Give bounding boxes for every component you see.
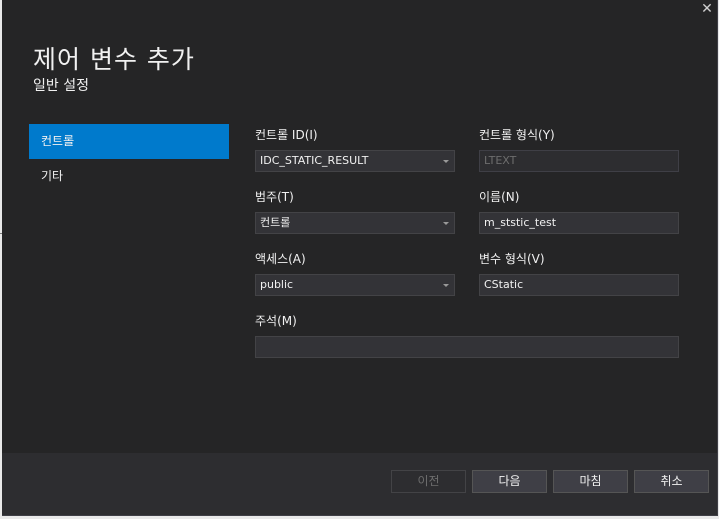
dialog-footer: 이전 다음 마침 취소 — [2, 453, 717, 515]
cancel-button[interactable]: 취소 — [634, 470, 709, 493]
category-label: 범주(T) — [255, 190, 294, 204]
control-id-field: 컨트롤 ID(I) IDC_STATIC_RESULT — [255, 127, 455, 172]
control-type-label: 컨트롤 형식(Y) — [479, 128, 555, 142]
name-input[interactable]: m_ststic_test — [479, 212, 679, 234]
variable-type-value: CStatic — [484, 278, 524, 291]
category-field: 범주(T) 컨트롤 — [255, 189, 455, 234]
control-id-dropdown[interactable]: IDC_STATIC_RESULT — [255, 150, 455, 172]
dialog-subtitle: 일반 설정 — [33, 78, 89, 94]
next-button[interactable]: 다음 — [472, 470, 547, 493]
access-dropdown[interactable]: public — [255, 274, 455, 296]
category-dropdown[interactable]: 컨트롤 — [255, 212, 455, 234]
variable-type-label: 변수 형식(V) — [479, 252, 545, 266]
control-type-field: 컨트롤 형식(Y) LTEXT — [479, 127, 679, 172]
comment-input[interactable] — [255, 336, 679, 358]
back-button[interactable]: 이전 — [391, 470, 466, 493]
control-id-label: 컨트롤 ID(I) — [255, 128, 318, 142]
control-type-input: LTEXT — [479, 150, 679, 172]
control-id-value: IDC_STATIC_RESULT — [260, 154, 369, 167]
add-control-variable-dialog: ✕ 제어 변수 추가 일반 설정 컨트롤 기타 컨트롤 ID(I) IDC_ST… — [2, 0, 718, 516]
chevron-down-icon — [443, 222, 449, 225]
chevron-down-icon — [443, 160, 449, 163]
variable-type-input[interactable]: CStatic — [479, 274, 679, 296]
control-type-value: LTEXT — [484, 154, 517, 167]
name-field: 이름(N) m_ststic_test — [479, 189, 679, 234]
name-label: 이름(N) — [479, 190, 520, 204]
chevron-down-icon — [443, 284, 449, 287]
access-value: public — [260, 278, 294, 291]
sidebar-item-control[interactable]: 컨트롤 — [29, 124, 229, 159]
variable-type-field: 변수 형식(V) CStatic — [479, 251, 679, 296]
sidebar-nav: 컨트롤 기타 — [29, 124, 229, 194]
name-value: m_ststic_test — [484, 216, 557, 229]
finish-button[interactable]: 마침 — [553, 470, 628, 493]
comment-field: 주석(M) — [255, 313, 679, 358]
category-value: 컨트롤 — [260, 216, 291, 229]
close-icon[interactable]: ✕ — [699, 2, 715, 18]
comment-label: 주석(M) — [255, 314, 297, 328]
access-field: 액세스(A) public — [255, 251, 455, 296]
access-label: 액세스(A) — [255, 252, 306, 266]
sidebar-item-misc[interactable]: 기타 — [29, 159, 229, 194]
dialog-title: 제어 변수 추가 — [33, 45, 195, 74]
